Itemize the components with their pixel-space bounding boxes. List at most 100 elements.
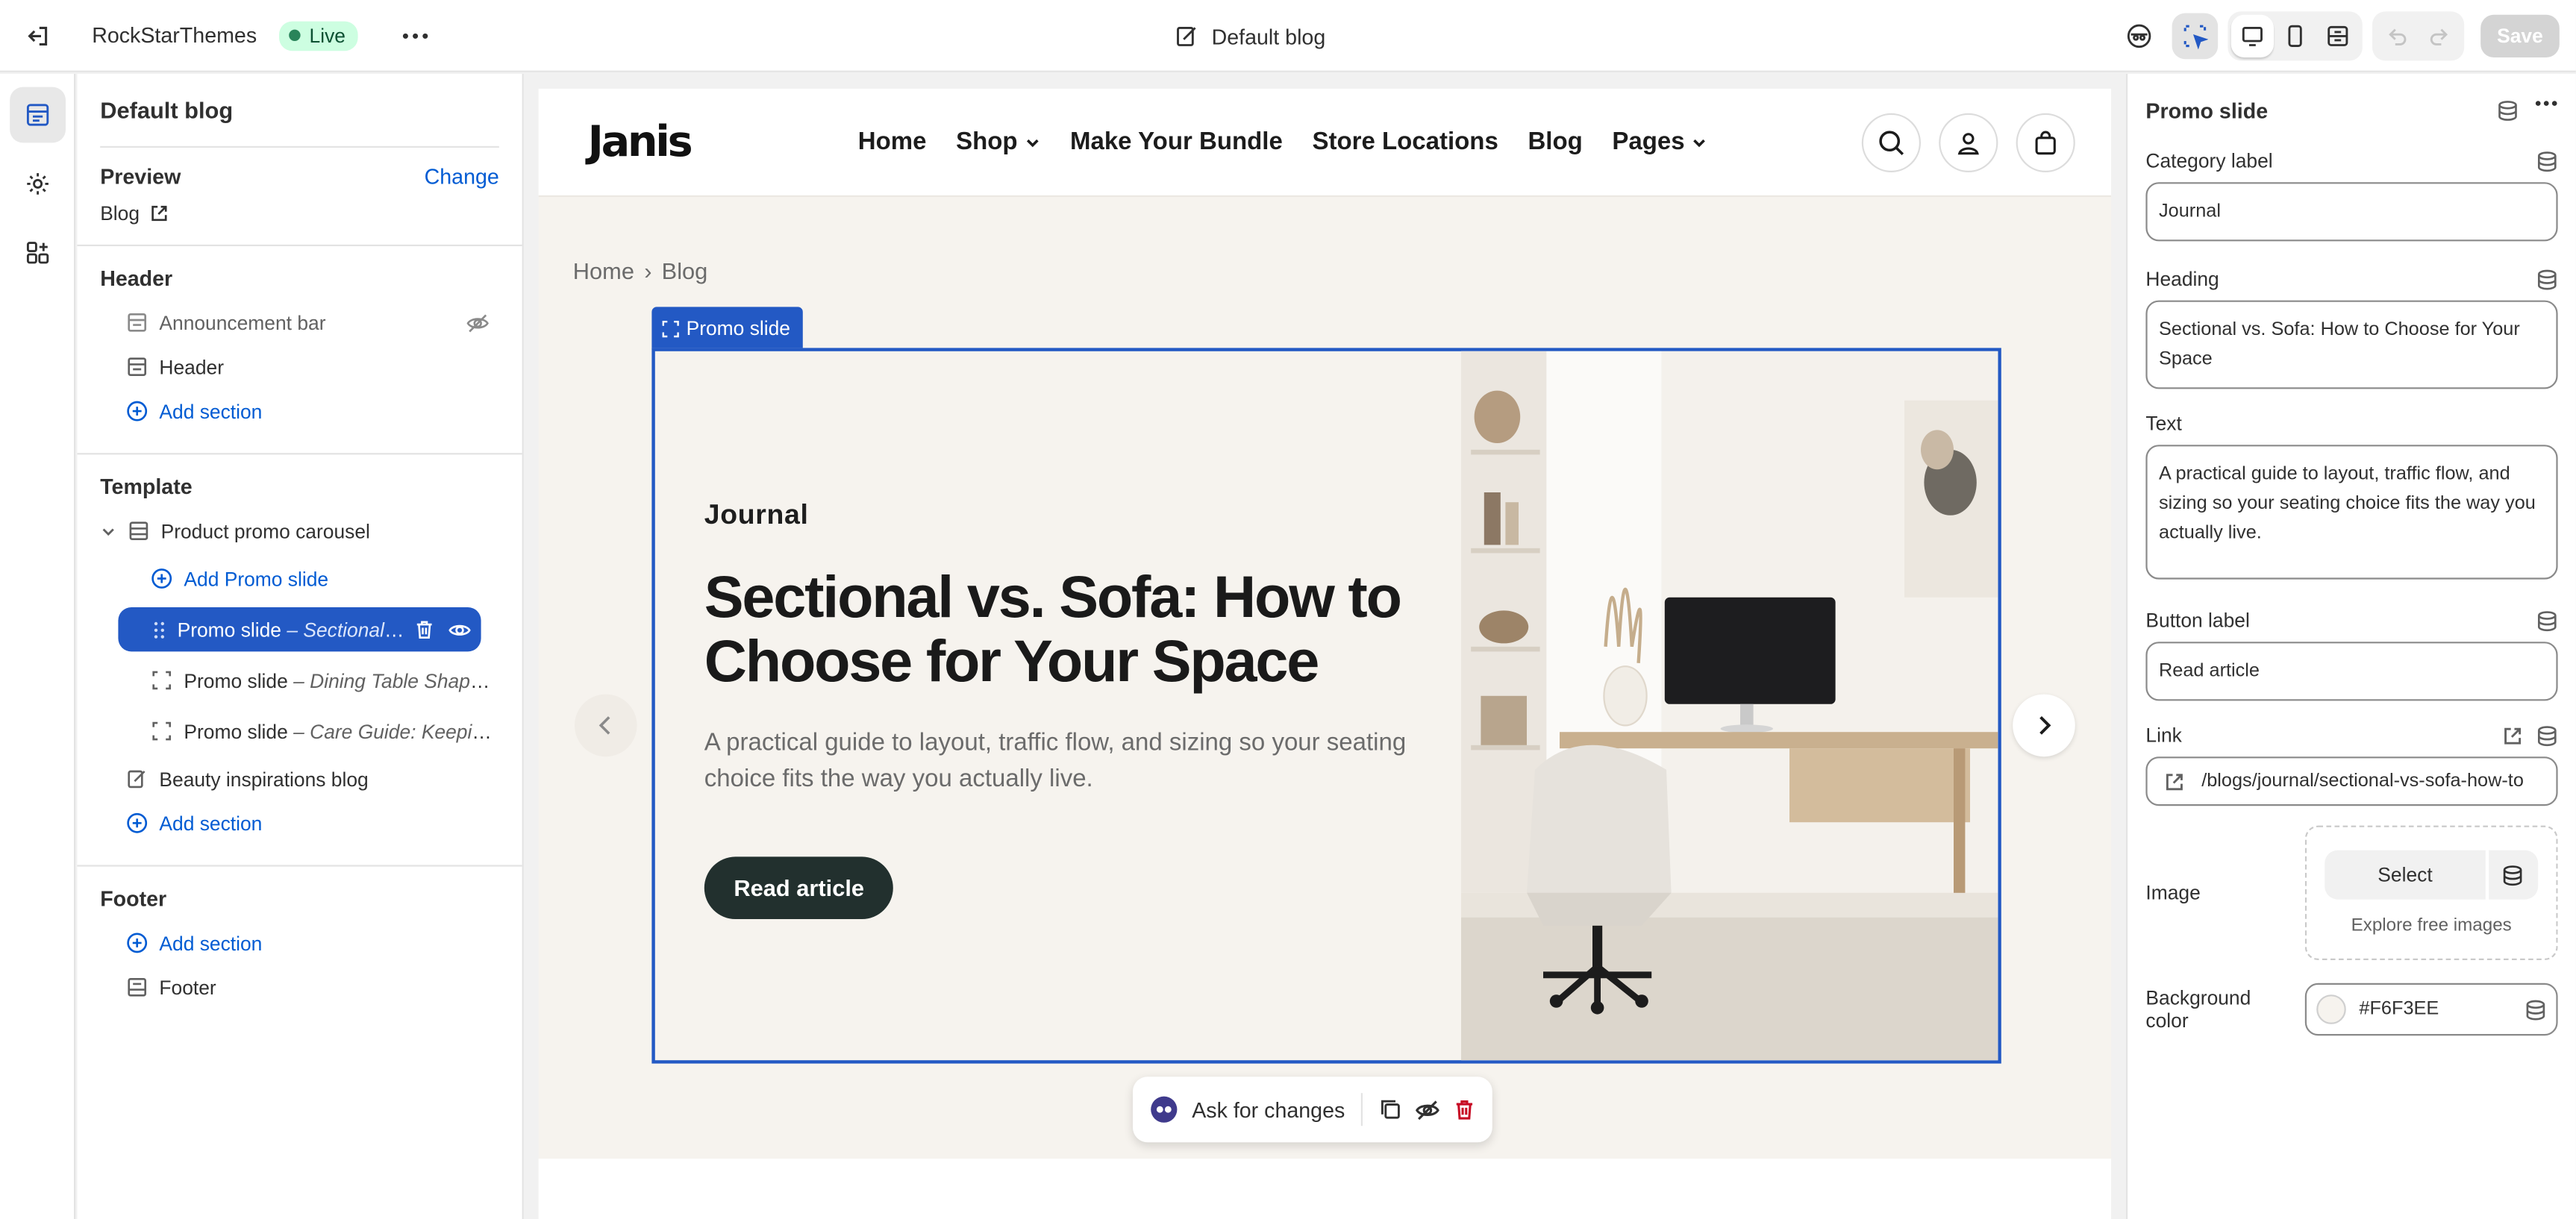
category-input[interactable]: Journal — [2145, 182, 2558, 242]
nav-blog[interactable]: Blog — [1528, 128, 1582, 156]
add-section-label: Add section — [159, 399, 263, 423]
field-label: Image — [2145, 881, 2201, 905]
read-article-button[interactable]: Read article — [704, 856, 894, 919]
preview-label: Preview — [100, 164, 181, 189]
block-detail: – Care Guide: Keeping Your Furniture Loo… — [293, 719, 499, 743]
database-icon[interactable] — [2536, 724, 2558, 746]
trash-icon[interactable] — [1453, 1098, 1476, 1121]
section-announcement-bar[interactable]: Announcement bar — [100, 301, 499, 345]
eye-off-icon[interactable] — [466, 311, 490, 334]
database-icon[interactable] — [2497, 99, 2519, 121]
block-detail: – Dining Table Shapes: Round vs. Rectang… — [293, 668, 499, 692]
save-button[interactable]: Save — [2480, 14, 2560, 57]
nav-shop[interactable]: Shop — [956, 128, 1040, 156]
section-beauty-inspirations-blog[interactable]: Beauty inspirations blog — [100, 756, 499, 800]
slide-text: A practical guide to layout, traffic flo… — [704, 728, 1407, 793]
database-icon[interactable] — [2536, 610, 2558, 631]
bag-icon[interactable] — [2016, 113, 2075, 172]
database-icon[interactable] — [2525, 999, 2547, 1021]
duplicate-icon[interactable] — [1379, 1098, 1402, 1121]
settings-icon[interactable] — [9, 156, 65, 212]
section-label: Announcement bar — [159, 310, 326, 334]
select-image-button[interactable]: Select — [2325, 850, 2486, 900]
section-icon — [128, 520, 150, 542]
apps-icon[interactable] — [9, 225, 65, 281]
section-icon — [126, 312, 148, 333]
toolbar-right: Save — [2116, 0, 2560, 72]
sections-panel: Default blog Preview Change Blog Header … — [77, 74, 524, 1219]
external-link-icon[interactable] — [2502, 724, 2524, 746]
search-icon[interactable] — [1861, 113, 1921, 172]
chevron-left-icon[interactable] — [575, 694, 637, 757]
block-promo-slide[interactable]: Promo slide – Dining Table Shapes: Round… — [100, 658, 499, 702]
page-name: Default blog — [1211, 23, 1326, 48]
section-label: Header — [159, 355, 224, 379]
color-swatch[interactable] — [2316, 994, 2346, 1024]
left-rail — [0, 74, 76, 1219]
explore-free-images-link[interactable]: Explore free images — [2351, 916, 2512, 936]
section-icon — [126, 356, 148, 377]
sidekick-icon[interactable] — [2116, 13, 2163, 60]
breadcrumb: Home › Blog — [573, 257, 708, 283]
image-picker: Select Explore free images — [2304, 825, 2558, 960]
nav-make-your-bundle[interactable]: Make Your Bundle — [1070, 128, 1283, 156]
database-icon[interactable] — [2536, 269, 2558, 290]
drag-handle-icon[interactable] — [153, 620, 166, 639]
section-footer[interactable]: Footer — [100, 965, 499, 1009]
page-selector[interactable]: Default blog — [1175, 0, 1325, 72]
heading-field: Heading Sectional vs. Sofa: How to Choos… — [2128, 264, 2576, 389]
database-icon[interactable] — [2536, 150, 2558, 172]
eye-off-icon[interactable] — [1416, 1097, 1440, 1122]
add-section-button[interactable]: Add section — [100, 389, 499, 433]
breadcrumb-home[interactable]: Home — [573, 257, 634, 283]
chevron-right-icon[interactable] — [2013, 694, 2075, 757]
breadcrumb-current: Blog — [661, 257, 708, 284]
fullwidth-icon[interactable] — [2316, 15, 2359, 57]
chevron-down-icon[interactable] — [100, 523, 116, 539]
status-dot — [290, 29, 301, 41]
block-promo-slide-selected[interactable]: Promo slide – Sectional vs. Sofa: How to… — [118, 607, 481, 652]
category-label-field: Category label Journal — [2128, 146, 2576, 242]
change-link[interactable]: Change — [425, 164, 499, 189]
heading-input[interactable]: Sectional vs. Sofa: How to Choose for Yo… — [2145, 300, 2558, 389]
store-logo[interactable]: Janis — [588, 117, 693, 166]
add-promo-slide-button[interactable]: Add Promo slide — [100, 557, 499, 601]
promo-slide[interactable]: Journal Sectional vs. Sofa: How to Choos… — [651, 348, 2001, 1064]
text-input[interactable]: A practical guide to layout, traffic flo… — [2145, 445, 2558, 580]
section-product-promo-carousel[interactable]: Product promo carousel — [100, 509, 499, 553]
undo-icon[interactable] — [2375, 15, 2418, 57]
desktop-icon[interactable] — [2230, 14, 2274, 57]
section-header[interactable]: Header — [100, 345, 499, 389]
color-value: #F6F3EE — [2359, 999, 2439, 1020]
add-section-button[interactable]: Add section — [100, 801, 499, 845]
trash-icon[interactable] — [413, 618, 435, 641]
add-section-button[interactable]: Add section — [100, 921, 499, 965]
more-icon[interactable] — [395, 14, 437, 57]
block-promo-slide[interactable]: Promo slide – Care Guide: Keeping Your F… — [100, 709, 499, 753]
sections-icon[interactable] — [9, 87, 65, 143]
external-link-icon[interactable] — [149, 204, 169, 223]
nav-store-locations[interactable]: Store Locations — [1312, 128, 1498, 156]
exit-icon[interactable] — [0, 0, 75, 72]
inspect-icon[interactable] — [2172, 13, 2219, 60]
background-color-input[interactable]: #F6F3EE — [2304, 983, 2558, 1036]
settings-panel: Promo slide Category label Journal Headi… — [2126, 74, 2576, 1219]
store-nav: Home Shop Make Your Bundle Store Locatio… — [858, 128, 1708, 156]
link-field: Link /blogs/journal/sectional-vs-sofa-ho… — [2128, 721, 2576, 806]
nav-home[interactable]: Home — [858, 128, 927, 156]
store-name: RockStarThemes — [92, 22, 257, 48]
ask-for-changes-button[interactable]: Ask for changes — [1192, 1097, 1345, 1122]
selected-block-tag[interactable]: Promo slide — [651, 307, 804, 350]
database-icon[interactable] — [2488, 850, 2538, 900]
preview-canvas: Janis Home Shop Make Your Bundle Store L… — [525, 74, 2125, 1219]
button-label-input[interactable]: Read article — [2145, 642, 2558, 701]
breadcrumb-separator: › — [644, 257, 652, 284]
nav-pages[interactable]: Pages — [1612, 128, 1707, 156]
section-label: Beauty inspirations blog — [159, 767, 369, 791]
account-icon[interactable] — [1939, 113, 1998, 172]
eye-icon[interactable] — [448, 618, 472, 641]
redo-icon[interactable] — [2419, 15, 2461, 57]
mobile-icon[interactable] — [2274, 15, 2316, 57]
link-input[interactable]: /blogs/journal/sectional-vs-sofa-how-to — [2145, 756, 2558, 806]
more-icon[interactable] — [2535, 99, 2558, 121]
